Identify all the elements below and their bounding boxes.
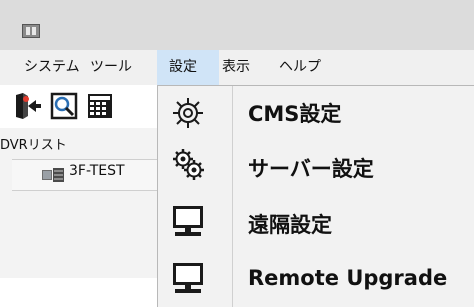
menu-item-remote-settings[interactable]: 遠隔設定 bbox=[157, 196, 474, 252]
menu-item-server-settings[interactable]: サーバー設定 bbox=[157, 141, 474, 197]
menu-view[interactable]: 表示 bbox=[222, 50, 250, 85]
menu-item-cms-settings[interactable]: CMS設定 bbox=[157, 85, 474, 141]
menu-system[interactable]: システム bbox=[24, 50, 80, 85]
menu-item-label: 遠隔設定 bbox=[248, 213, 332, 237]
monitor-icon bbox=[171, 261, 205, 295]
dvr-device-icon bbox=[42, 167, 64, 183]
gears-icon bbox=[171, 147, 205, 181]
menu-item-label: CMS設定 bbox=[248, 102, 342, 126]
dvr-list-title: DVRリスト bbox=[0, 138, 67, 153]
menu-tool[interactable]: ツール bbox=[90, 50, 132, 85]
menu-bar: システム ツール 設定 表示 ヘルプ bbox=[0, 50, 474, 85]
app-icon[interactable] bbox=[22, 24, 40, 38]
grid-icon[interactable] bbox=[86, 91, 114, 121]
menu-settings[interactable]: 設定 bbox=[157, 50, 219, 85]
menu-item-label: サーバー設定 bbox=[248, 157, 374, 181]
add-device-icon[interactable] bbox=[14, 91, 42, 121]
menu-item-remote-upgrade[interactable]: Remote Upgrade bbox=[157, 252, 474, 308]
search-icon[interactable] bbox=[50, 91, 78, 121]
menu-help[interactable]: ヘルプ bbox=[279, 50, 321, 85]
menu-item-label: Remote Upgrade bbox=[248, 266, 448, 290]
title-bar bbox=[0, 0, 474, 50]
toolbar bbox=[0, 85, 157, 128]
gear-icon bbox=[171, 96, 205, 130]
tree-item-label: 3F-TEST bbox=[69, 163, 125, 179]
monitor-icon bbox=[171, 204, 205, 238]
